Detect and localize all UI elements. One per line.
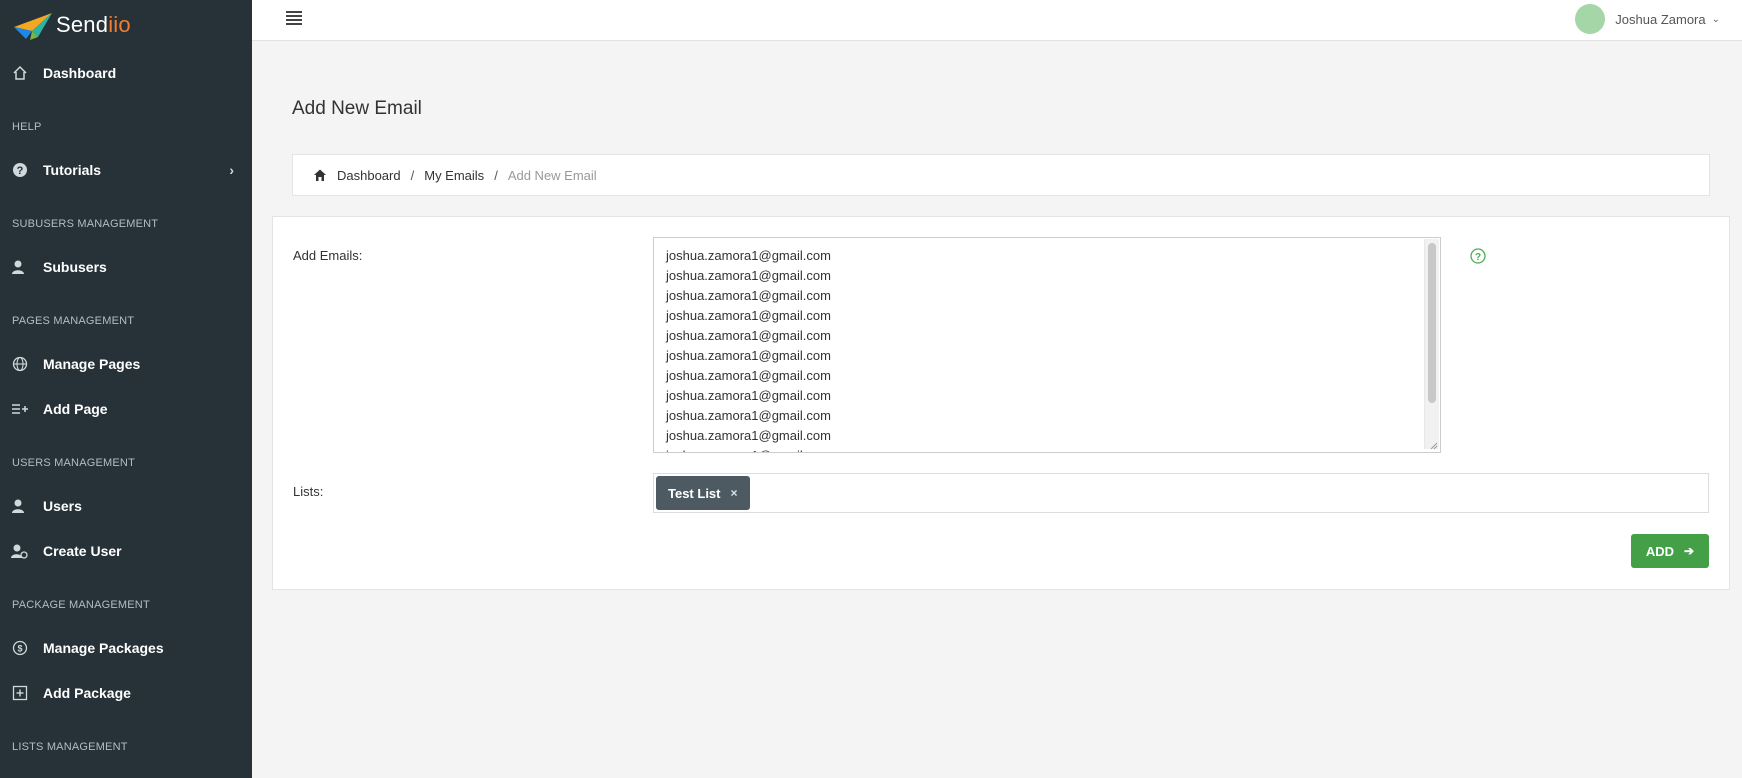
svg-text:?: ? [17, 165, 24, 177]
chevron-right-icon: › [229, 162, 234, 178]
sidebar-item-create-user[interactable]: Create User [0, 531, 252, 571]
sidebar-item-label: Manage Packages [43, 640, 164, 656]
sidebar-item-add-page[interactable]: Add Page [0, 389, 252, 429]
email-line: joshua.zamora1@gmail.com [666, 268, 831, 283]
sidebar-item-label: Add Package [43, 685, 131, 701]
sidebar-item-dashboard[interactable]: Dashboard [0, 53, 252, 93]
svg-text:?: ? [1475, 252, 1481, 263]
page-title: Add New Email [292, 98, 422, 119]
add-email-form: Add Emails: joshua.zamora1@gmail.com josh… [272, 216, 1730, 590]
dollar-circle-icon: $ [11, 639, 29, 657]
users-icon [11, 497, 29, 515]
textarea-scrollbar[interactable] [1424, 239, 1439, 449]
brand-logo[interactable]: Sendiio [12, 8, 131, 42]
user-menu[interactable]: Joshua Zamora ⌄ [1575, 3, 1720, 35]
breadcrumb-dashboard[interactable]: Dashboard [337, 168, 401, 183]
breadcrumb: Dashboard / My Emails / Add New Email [292, 154, 1710, 196]
remove-tag-icon[interactable]: × [731, 486, 738, 500]
sidebar-section-lists: LISTS MANAGEMENT [12, 741, 128, 753]
selected-list-tag: Test List × [656, 476, 750, 510]
help-circle-icon[interactable]: ? [1470, 248, 1486, 264]
email-line: joshua.zamora1@gmail.com [666, 428, 831, 443]
sidebar-section-subusers: SUBUSERS MANAGEMENT [12, 218, 159, 230]
sidebar-item-tutorials[interactable]: ? Tutorials › [0, 150, 252, 190]
topbar: Joshua Zamora ⌄ [252, 0, 1742, 41]
sidebar-section-help: HELP [12, 121, 42, 133]
globe-icon [11, 355, 29, 373]
emails-textarea[interactable]: joshua.zamora1@gmail.com joshua.zamora1@g… [653, 237, 1441, 453]
avatar [1575, 4, 1606, 34]
menu-toggle-icon[interactable] [286, 11, 302, 25]
sidebar-section-package: PACKAGE MANAGEMENT [12, 599, 150, 611]
sidebar-item-add-package[interactable]: Add Package [0, 673, 252, 713]
sidebar-item-users[interactable]: Users [0, 486, 252, 526]
question-circle-icon: ? [11, 161, 29, 179]
brand-name: Sendiio [56, 12, 131, 37]
sidebar-item-label: Users [43, 498, 82, 514]
email-line: joshua.zamora1@gmail.com [666, 388, 831, 403]
arrow-right-icon: ➔ [1684, 544, 1695, 558]
sidebar-item-label: Create User [43, 543, 122, 559]
scrollbar-thumb[interactable] [1428, 243, 1436, 403]
lists-select[interactable]: Test List × [653, 473, 1709, 513]
home-icon [314, 169, 326, 181]
email-line: joshua.zamora1@gmail.com [666, 248, 831, 263]
user-plus-icon [11, 542, 29, 560]
user-name: Joshua Zamora [1615, 11, 1706, 27]
plus-square-icon [11, 684, 29, 702]
email-line: joshua.zamora1@gmail.com [666, 348, 831, 363]
breadcrumb-separator: / [494, 167, 498, 183]
email-line: joshua.zamora1@gmail.com [666, 446, 831, 452]
chevron-down-icon: ⌄ [1711, 13, 1720, 25]
breadcrumb-my-emails[interactable]: My Emails [424, 168, 484, 183]
breadcrumb-separator: / [410, 167, 415, 183]
email-line: joshua.zamora1@gmail.com [666, 368, 831, 383]
sidebar-item-manage-pages[interactable]: Manage Pages [0, 344, 252, 384]
user-icon [11, 258, 29, 276]
add-emails-label: Add Emails: [293, 248, 363, 263]
sidebar-item-label: Tutorials [43, 162, 102, 178]
lists-label: Lists: [293, 484, 324, 499]
email-line: joshua.zamora1@gmail.com [666, 308, 831, 323]
sidebar-section-pages: PAGES MANAGEMENT [12, 315, 135, 327]
breadcrumb-current: Add New Email [507, 167, 597, 183]
email-line: joshua.zamora1@gmail.com [666, 408, 831, 423]
sidebar-item-label: Manage Pages [43, 356, 141, 372]
add-button-label: ADD [1645, 543, 1675, 559]
sidebar-item-label: Dashboard [43, 65, 117, 81]
sidebar-item-label: Add Page [43, 401, 108, 417]
resize-handle-icon[interactable] [1430, 442, 1438, 450]
sidebar-item-subusers[interactable]: Subusers [0, 247, 252, 287]
list-add-icon [11, 400, 29, 418]
paper-plane-logo-icon [14, 13, 52, 40]
home-icon [11, 64, 29, 82]
sidebar-item-label: Subusers [43, 259, 107, 275]
svg-text:$: $ [17, 644, 22, 654]
add-button[interactable]: ADD ➔ [1631, 534, 1709, 568]
sidebar: Sendiio Dashboard HELP ? Tutorials › SUB… [0, 0, 252, 778]
sidebar-item-manage-packages[interactable]: $ Manage Packages [0, 628, 252, 668]
email-line: joshua.zamora1@gmail.com [666, 288, 831, 303]
emails-textarea-content: joshua.zamora1@gmail.com joshua.zamora1@g… [666, 246, 831, 452]
tag-label: Test List [668, 485, 721, 501]
email-line: joshua.zamora1@gmail.com [666, 328, 831, 343]
sidebar-section-users: USERS MANAGEMENT [12, 457, 135, 469]
